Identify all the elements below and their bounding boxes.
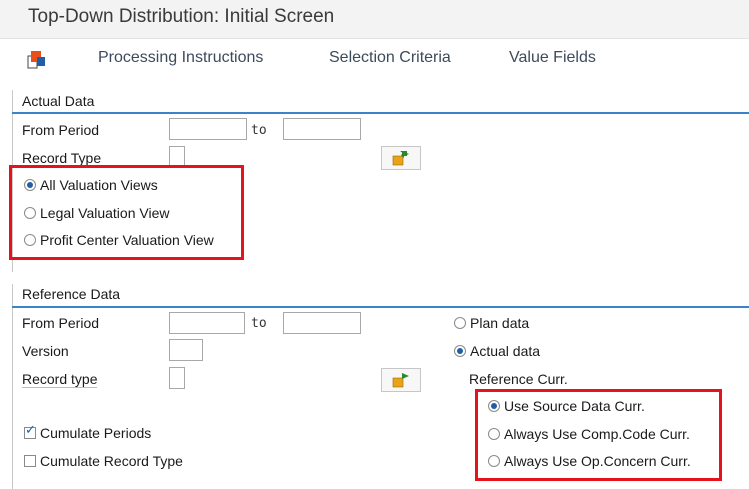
processing-instructions-button[interactable]: Processing Instructions bbox=[98, 49, 263, 67]
cumulate-periods-checkbox[interactable]: Cumulate Periods bbox=[24, 423, 152, 441]
checkbox-indicator bbox=[24, 455, 36, 467]
radio-indicator bbox=[488, 428, 500, 440]
radio-indicator bbox=[24, 179, 36, 191]
all-valuation-views-label: All Valuation Views bbox=[40, 177, 158, 193]
radio-always-use-op-concern-curr[interactable]: Always Use Op.Concern Curr. bbox=[488, 453, 691, 469]
use-source-data-curr-label: Use Source Data Curr. bbox=[504, 398, 645, 414]
actual-record-type-label: Record Type bbox=[22, 150, 102, 167]
radio-all-valuation-views[interactable]: All Valuation Views bbox=[24, 177, 158, 193]
radio-indicator bbox=[454, 345, 466, 357]
multiple-selection-icon bbox=[392, 151, 409, 166]
actual-data-title: Actual Data bbox=[22, 93, 95, 109]
plan-data-label: Plan data bbox=[470, 315, 530, 331]
always-use-op-concern-curr-label: Always Use Op.Concern Curr. bbox=[504, 453, 691, 469]
reference-from-period-label: From Period bbox=[22, 315, 100, 331]
actual-record-type-input[interactable] bbox=[169, 146, 185, 168]
page-title: Top-Down Distribution: Initial Screen bbox=[28, 6, 335, 27]
reference-record-type-input[interactable] bbox=[169, 367, 185, 389]
radio-always-use-comp-code-curr[interactable]: Always Use Comp.Code Curr. bbox=[488, 426, 690, 442]
reference-curr-label: Reference Curr. bbox=[469, 371, 568, 387]
cumulate-record-type-label: Cumulate Record Type bbox=[40, 453, 183, 469]
version-input[interactable] bbox=[169, 339, 203, 361]
profit-center-valuation-view-label: Profit Center Valuation View bbox=[40, 232, 214, 248]
cumulate-periods-label: Cumulate Periods bbox=[40, 425, 152, 441]
actual-from-period-input[interactable] bbox=[169, 118, 247, 140]
checkbox-indicator bbox=[24, 423, 36, 439]
copy-layout-icon[interactable] bbox=[26, 48, 50, 70]
reference-to-label: to bbox=[251, 316, 267, 331]
reference-record-type-label: Record type bbox=[22, 371, 98, 388]
actual-data-title-bar bbox=[12, 90, 749, 114]
radio-actual-data[interactable]: Actual data bbox=[454, 343, 540, 359]
radio-indicator bbox=[488, 455, 500, 467]
actual-from-period-label: From Period bbox=[22, 122, 100, 138]
radio-indicator bbox=[24, 207, 36, 219]
reference-to-period-input[interactable] bbox=[283, 312, 361, 334]
actual-to-label: to bbox=[251, 123, 267, 138]
legal-valuation-view-label: Legal Valuation View bbox=[40, 205, 170, 221]
always-use-comp-code-curr-label: Always Use Comp.Code Curr. bbox=[504, 426, 690, 442]
value-fields-button[interactable]: Value Fields bbox=[509, 49, 596, 67]
actual-data-label: Actual data bbox=[470, 343, 541, 359]
reference-data-title: Reference Data bbox=[22, 286, 121, 302]
radio-indicator bbox=[24, 234, 36, 246]
reference-multiple-selection-button[interactable] bbox=[381, 368, 421, 392]
multiple-selection-icon bbox=[392, 373, 409, 388]
actual-to-period-input[interactable] bbox=[283, 118, 361, 140]
radio-indicator bbox=[488, 400, 500, 412]
radio-use-source-data-curr[interactable]: Use Source Data Curr. bbox=[488, 398, 645, 414]
reference-from-period-input[interactable] bbox=[169, 312, 245, 334]
cumulate-record-type-checkbox[interactable]: Cumulate Record Type bbox=[24, 453, 183, 469]
actual-multiple-selection-button[interactable] bbox=[381, 146, 421, 170]
radio-plan-data[interactable]: Plan data bbox=[454, 315, 529, 331]
reference-data-title-bar bbox=[12, 284, 749, 308]
radio-legal-valuation-view[interactable]: Legal Valuation View bbox=[24, 205, 169, 221]
radio-profit-center-valuation-view[interactable]: Profit Center Valuation View bbox=[24, 232, 214, 248]
version-label: Version bbox=[22, 343, 69, 359]
radio-indicator bbox=[454, 317, 466, 329]
selection-criteria-button[interactable]: Selection Criteria bbox=[329, 49, 451, 67]
